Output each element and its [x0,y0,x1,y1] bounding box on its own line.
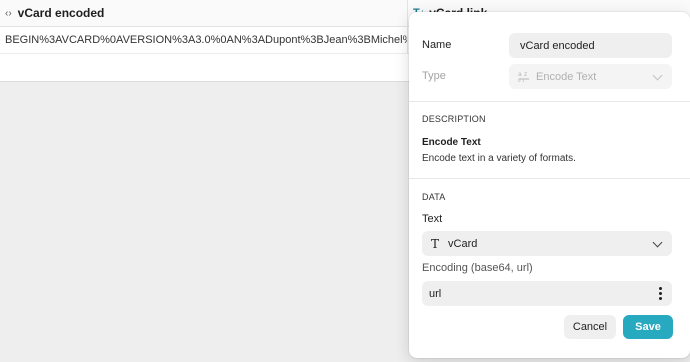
divider [409,101,690,102]
name-label: Name [422,39,452,51]
type-select: a z 0 1 Encode Text [509,64,672,89]
text-label: Text [422,213,443,225]
description-heading: DESCRIPTION [422,114,486,124]
type-label: Type [422,70,446,82]
data-heading: DATA [422,192,446,202]
encoding-label: Encoding (base64, url) [422,262,533,274]
code-icon: ‹› [5,7,12,19]
name-input[interactable]: vCard encoded [509,33,672,58]
type-select-value: Encode Text [536,70,597,83]
description-text: Encode text in a variety of formats. [422,153,576,164]
text-source-value: vCard [448,237,478,250]
svg-text:a: a [518,71,522,78]
divider [409,178,690,179]
encoding-input[interactable]: url [422,281,672,306]
column-header-vcard-encoded[interactable]: ‹› vCard encoded [0,0,408,27]
encoding-value: url [429,287,442,300]
cancel-button[interactable]: Cancel [564,315,616,339]
text-source-select[interactable]: T vCard [422,231,672,256]
more-options-icon[interactable] [659,287,662,300]
field-editor-panel: Name vCard encoded Type a z 0 1 Encode T… [409,12,690,358]
table-cell[interactable]: BEGIN%3AVCARD%0AVERSION%3A3.0%0AN%3ADupo… [0,27,408,54]
encode-icon: a z 0 1 [518,71,529,82]
column-title: vCard encoded [17,6,105,20]
name-input-value: vCard encoded [520,39,595,52]
text-type-icon: T [431,236,440,251]
svg-text:z: z [524,71,527,78]
description-title: Encode Text [422,137,481,148]
svg-text:0 1: 0 1 [518,78,525,82]
chevron-down-icon [652,70,663,81]
chevron-down-icon [652,237,663,248]
save-button[interactable]: Save [623,315,673,339]
cell-value: BEGIN%3AVCARD%0AVERSION%3A3.0%0AN%3ADupo… [5,34,408,46]
